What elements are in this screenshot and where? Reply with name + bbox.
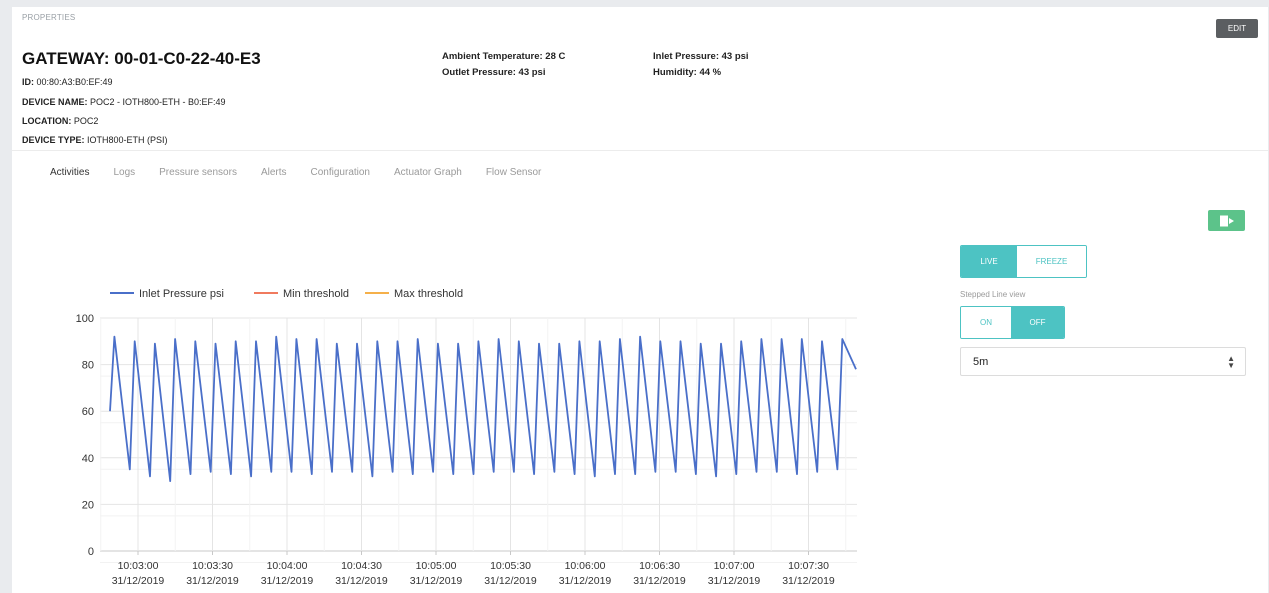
legend-label: Max threshold [394,288,463,300]
x-tick-date-label: 31/12/2019 [633,575,686,587]
stepped-on-button[interactable]: ON [961,307,1011,338]
export-icon [1219,215,1234,226]
y-tick-label: 0 [88,546,94,558]
y-tick-label: 20 [82,499,94,511]
select-arrows-icon: ▲ ▼ [1227,353,1235,370]
x-tick-time-label: 10:04:30 [341,560,382,572]
x-tick-time-label: 10:03:30 [192,560,233,572]
x-tick-date-label: 31/12/2019 [559,575,612,587]
x-tick-time-label: 10:07:30 [788,560,829,572]
x-tick-time-label: 10:06:00 [565,560,606,572]
x-tick-time-label: 10:07:00 [714,560,755,572]
x-tick-date-label: 31/12/2019 [335,575,388,587]
x-tick-time-label: 10:06:30 [639,560,680,572]
x-tick-date-label: 31/12/2019 [261,575,314,587]
x-tick-time-label: 10:05:30 [490,560,531,572]
live-freeze-toggle: LIVE FREEZE [960,245,1087,278]
x-tick-date-label: 31/12/2019 [708,575,761,587]
y-tick-label: 40 [82,453,94,465]
interval-select-value: 5m [973,355,989,368]
stepped-line-toggle: ON OFF [960,306,1065,339]
x-tick-date-label: 31/12/2019 [410,575,463,587]
x-tick-date-label: 31/12/2019 [186,575,239,587]
edit-button[interactable]: EDIT [1216,19,1258,38]
inlet-pressure-chart: 0 20 40 60 80 100 10:03:00 31/12/2019 10:03:30 31… [76,288,857,587]
stepped-off-button[interactable]: OFF [1011,307,1064,338]
y-tick-label: 100 [76,313,94,325]
y-tick-label: 60 [82,406,94,418]
export-button[interactable] [1208,210,1245,231]
interval-select[interactable]: 5m ▲ ▼ [960,347,1246,376]
x-tick-date-label: 31/12/2019 [782,575,835,587]
live-button[interactable]: LIVE [961,246,1017,277]
freeze-button[interactable]: FREEZE [1017,246,1086,277]
stepped-line-view-label: Stepped Line view [960,290,1026,299]
x-tick-time-label: 10:05:00 [416,560,457,572]
legend-label: Inlet Pressure psi [139,288,224,300]
inlet-pressure-series-line [109,335,857,482]
y-tick-label: 80 [82,360,94,372]
legend-label: Min threshold [283,288,349,300]
properties-panel: PROPERTIES EDIT GATEWAY: 00-01-C0-22-40-… [12,7,1268,593]
x-tick-time-label: 10:03:00 [118,560,159,572]
x-tick-time-label: 10:04:00 [267,560,308,572]
x-tick-date-label: 31/12/2019 [484,575,537,587]
x-tick-date-label: 31/12/2019 [112,575,165,587]
